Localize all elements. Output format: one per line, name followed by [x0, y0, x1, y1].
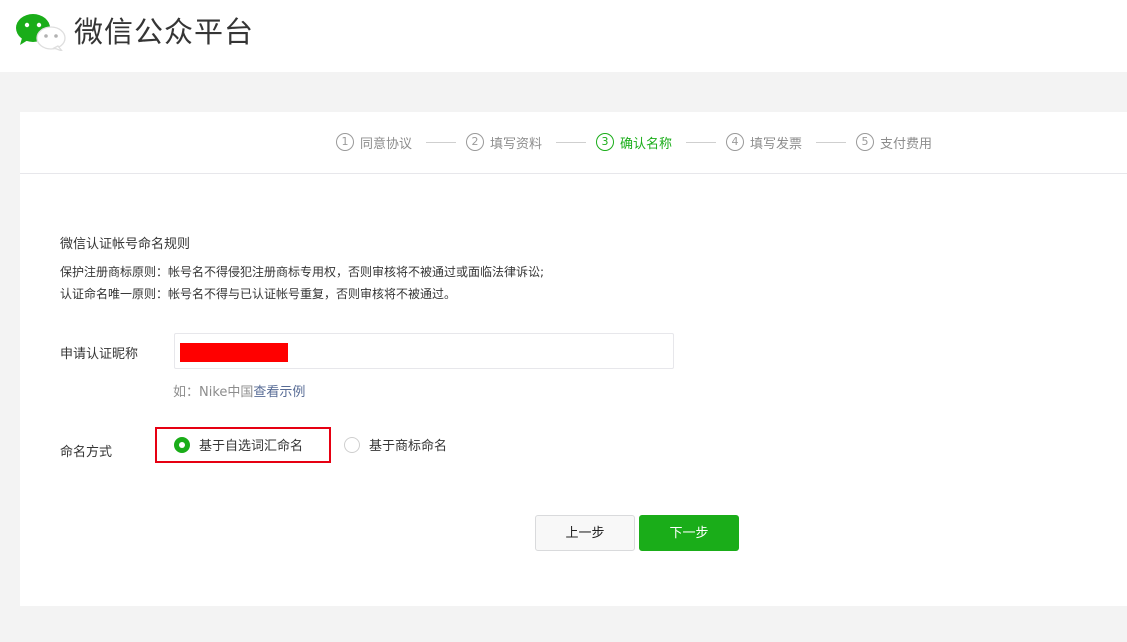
- step-1: 1 同意协议: [336, 132, 412, 152]
- radio-trademark[interactable]: 基于商标命名: [344, 435, 447, 454]
- step-4: 4 填写发票: [726, 132, 802, 152]
- step-divider: [556, 142, 586, 143]
- rule-unique: 认证命名唯一原则：帐号名不得与已认证帐号重复，否则审核将不被通过。: [60, 287, 457, 301]
- step-label: 支付费用: [880, 136, 933, 152]
- step-progress: 1 同意协议 2 填写资料 3 确认名称 4 填写发票 5 支付费用: [20, 112, 1127, 174]
- step-number: 1: [336, 133, 354, 151]
- prev-step-button[interactable]: 上一步: [535, 515, 635, 551]
- example-text: 如：Nike中国: [173, 385, 254, 400]
- step-number: 4: [726, 133, 744, 151]
- wechat-logo-icon[interactable]: [14, 11, 68, 51]
- top-header: 微信公众平台: [0, 0, 1127, 72]
- radio-label[interactable]: 基于自选词汇命名: [199, 435, 303, 454]
- naming-rules-title: 微信认证帐号命名规则: [60, 237, 191, 252]
- radio-custom-words[interactable]: 基于自选词汇命名: [174, 435, 303, 454]
- step-number: 2: [466, 133, 484, 151]
- platform-title: 微信公众平台: [74, 15, 255, 49]
- nickname-example: 如：Nike中国查看示例: [173, 381, 305, 400]
- step-number: 5: [856, 133, 874, 151]
- next-step-button[interactable]: 下一步: [639, 515, 739, 551]
- naming-method-label: 命名方式: [60, 445, 113, 460]
- radio-checked-icon[interactable]: [174, 436, 190, 453]
- step-5: 5 支付费用: [856, 132, 932, 152]
- step-label: 填写发票: [750, 136, 803, 152]
- step-divider: [686, 142, 716, 143]
- step-label: 同意协议: [360, 136, 413, 152]
- step-divider: [816, 142, 846, 143]
- rule-trademark: 保护注册商标原则：帐号名不得侵犯注册商标专用权，否则审核将不被通过或面临法律诉讼…: [60, 265, 545, 279]
- nickname-label: 申请认证昵称: [60, 347, 139, 362]
- step-label: 填写资料: [490, 136, 543, 152]
- redacted-nickname: [180, 343, 288, 362]
- step-2: 2 填写资料: [466, 132, 542, 152]
- step-3: 3 确认名称: [596, 132, 672, 152]
- step-label: 确认名称: [620, 136, 673, 152]
- view-example-link[interactable]: 查看示例: [253, 385, 305, 400]
- radio-unchecked-icon[interactable]: [344, 436, 360, 453]
- step-number: 3: [596, 133, 614, 151]
- step-divider: [426, 142, 456, 143]
- main-card: 1 同意协议 2 填写资料 3 确认名称 4 填写发票 5 支付费用 微信认证帐…: [20, 112, 1127, 606]
- radio-label[interactable]: 基于商标命名: [369, 435, 447, 454]
